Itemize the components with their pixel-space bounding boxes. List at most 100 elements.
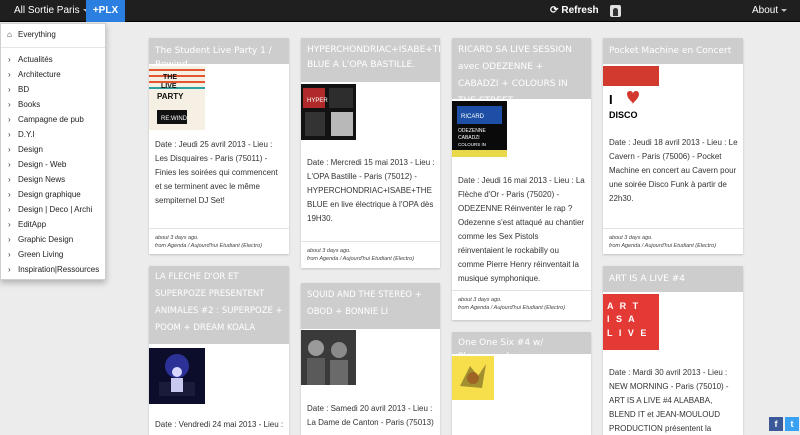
menu-item-label: Design News [18, 175, 66, 184]
card-footer: about 3 days ago. from Agenda / Aujourd'… [603, 228, 743, 254]
card-description: Date : Jeudi 16 mai 2013 - Lieu : La Flè… [458, 176, 585, 283]
menu-item[interactable]: › Design graphique [1, 187, 105, 202]
card-description: Date : Jeudi 25 avril 2013 - Lieu : Les … [155, 140, 278, 205]
svg-text:RE:WIND: RE:WIND [161, 116, 188, 122]
card-source[interactable]: from Agenda / Aujourd'hui Etudiant (Elec… [603, 242, 743, 250]
chevron-right-icon: › [8, 265, 11, 274]
card-description: Date : Mardi 30 avril 2013 - Lieu : NEW … [609, 368, 729, 433]
refresh-label: Refresh [561, 5, 599, 16]
chevron-right-icon: › [8, 175, 11, 184]
feed-card[interactable]: HYPERCHONDRIAC+ISABE+THE BLUE A L'OPA BA… [301, 38, 440, 268]
menu-item-everything[interactable]: ⌂ Everything [1, 27, 105, 42]
card-footer: about 3 days ago. from Agenda / Aujourd'… [149, 228, 289, 254]
svg-text:CABADZI: CABADZI [458, 135, 480, 141]
card-footer: about 3 days ago. from Agenda / Aujourd'… [301, 241, 440, 268]
card-thumbnail[interactable]: RICARD ODEZENNE CABADZI COLOURS IN [452, 101, 507, 157]
chevron-right-icon: › [8, 130, 11, 139]
site-selector-label: All Sortie Paris [14, 5, 80, 16]
menu-item[interactable]: › EditApp [1, 217, 105, 232]
menu-item[interactable]: › D.Y.I [1, 127, 105, 142]
card-thumbnail[interactable]: HYPER [301, 84, 356, 140]
feed-card[interactable]: One One Six #4 w/ Phonographe [452, 332, 591, 435]
menu-item-label: Books [18, 100, 41, 109]
menu-item[interactable]: › Design News [1, 172, 105, 187]
card-thumbnail[interactable]: A R T I S A L I V E [603, 294, 659, 350]
chevron-right-icon: › [8, 250, 11, 259]
site-selector[interactable]: All Sortie Paris [14, 0, 89, 22]
facebook-button[interactable]: f [769, 417, 783, 431]
card-title[interactable]: SQUID AND THE STEREO + OBOD + BONNIE LI [301, 283, 440, 329]
facebook-icon: f [774, 419, 778, 429]
feed-card[interactable]: ART IS A LIVE #4 A R T I S A L I V E Dat… [603, 266, 743, 435]
card-thumbnail[interactable]: I DISCO [603, 66, 659, 126]
menu-item-label: Design - Web [18, 160, 67, 169]
svg-text:COLOURS IN: COLOURS IN [458, 142, 486, 147]
menu-item[interactable]: › BD [1, 82, 105, 97]
svg-text:L I V E: L I V E [607, 328, 648, 338]
menu-item[interactable]: › Actualités [1, 52, 105, 67]
menu-item-label: Design [18, 145, 43, 154]
card-thumbnail[interactable] [301, 330, 356, 385]
feed-card[interactable]: LA FLECHE D'OR ET SUPERPOZE PRESENTENT A… [149, 266, 289, 435]
card-description: Date : Jeudi 18 avril 2013 - Lieu : Le C… [609, 138, 738, 203]
svg-text:I: I [609, 92, 613, 107]
category-dropdown: ⌂ Everything › Actualités › Architecture › B… [0, 23, 106, 280]
menu-item[interactable]: › Graphic Design [1, 232, 105, 247]
twitter-button[interactable]: t [785, 417, 799, 431]
about-menu[interactable]: About [752, 0, 788, 22]
card-title[interactable]: Pocket Machine en Concert [603, 38, 743, 64]
svg-text:ODEZENNE: ODEZENNE [458, 128, 486, 134]
chevron-right-icon: › [8, 160, 11, 169]
menu-item[interactable]: › Design | Deco | Archi [1, 202, 105, 217]
card-source[interactable]: from Agenda / Aujourd'hui Etudiant (Elec… [149, 242, 289, 250]
menu-item[interactable]: › Green Living [1, 247, 105, 262]
card-title[interactable]: LA FLECHE D'OR ET SUPERPOZE PRESENTENT A… [149, 266, 289, 344]
menu-item[interactable]: › Books [1, 97, 105, 112]
card-thumbnail[interactable]: THE LIVE PARTY RE:WIND [149, 66, 205, 130]
chevron-right-icon: › [8, 100, 11, 109]
feed-card[interactable]: The Student Live Party 1 / Rewind THE LI… [149, 38, 289, 254]
menu-item[interactable]: › Architecture [1, 67, 105, 82]
card-title[interactable]: ART IS A LIVE #4 [603, 266, 743, 292]
menu-item-label: Actualités [18, 55, 53, 64]
menu-item[interactable]: › Design - Web [1, 157, 105, 172]
card-thumbnail[interactable] [452, 356, 494, 400]
card-description: Date : Vendredi 24 mai 2013 - Lieu : [155, 420, 284, 429]
card-description: Date : Mercredi 15 mai 2013 - Lieu : L'O… [307, 158, 435, 223]
card-thumbnail[interactable] [149, 348, 205, 404]
chevron-right-icon: › [8, 235, 11, 244]
chevron-right-icon: › [8, 145, 11, 154]
menu-item-label: Campagne de pub [18, 115, 84, 124]
svg-text:A R T: A R T [607, 301, 640, 311]
card-title[interactable]: RICARD SA LIVE SESSION avec ODEZENNE + C… [452, 38, 591, 106]
card-source[interactable]: from Agenda / Aujourd'hui Etudiant (Elec… [452, 304, 591, 312]
avatar[interactable] [610, 5, 621, 17]
chevron-right-icon: › [8, 85, 11, 94]
menu-item[interactable]: › Design [1, 142, 105, 157]
card-time: about 3 days ago. [155, 235, 199, 241]
feed-card[interactable]: Pocket Machine en Concert I DISCO Date :… [603, 38, 743, 254]
card-title[interactable]: The Student Live Party 1 / Rewind [149, 38, 289, 70]
menu-item[interactable]: › Campagne de pub [1, 112, 105, 127]
svg-text:RICARD: RICARD [461, 114, 485, 120]
card-source[interactable]: from Agenda / Aujourd'hui Etudiant (Elec… [301, 255, 440, 263]
card-title[interactable]: HYPERCHONDRIAC+ISABE+THE BLUE A L'OPA BA… [301, 38, 440, 82]
about-label: About [752, 5, 779, 16]
feed-card[interactable]: RICARD SA LIVE SESSION avec ODEZENNE + C… [452, 38, 591, 320]
menu-item-label: Graphic Design [18, 235, 74, 244]
svg-text:DISCO: DISCO [609, 110, 638, 120]
svg-text:PARTY: PARTY [157, 92, 184, 101]
card-time: about 3 days ago. [609, 235, 653, 241]
caret-down-icon [781, 8, 788, 12]
refresh-button[interactable]: ⟳ Refresh [550, 0, 599, 22]
menu-item-label: EditApp [18, 220, 47, 229]
svg-text:THE: THE [163, 74, 177, 81]
plx-button[interactable]: +PLX [86, 0, 125, 22]
card-title[interactable]: One One Six #4 w/ Phonographe [452, 332, 591, 362]
menu-divider [1, 47, 105, 48]
svg-text:HYPER: HYPER [307, 98, 328, 104]
chevron-right-icon: › [8, 55, 11, 64]
menu-item[interactable]: › Inspiration|Ressources [1, 262, 105, 277]
menu-item-label: D.Y.I [18, 130, 35, 139]
feed-card[interactable]: SQUID AND THE STEREO + OBOD + BONNIE LI … [301, 283, 440, 435]
